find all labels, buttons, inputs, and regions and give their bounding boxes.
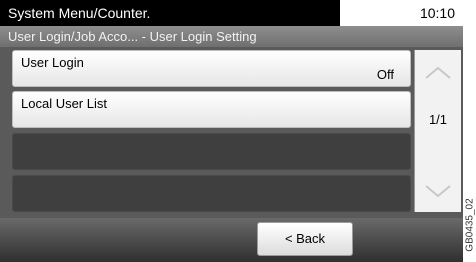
list-item-label: Local User List [21,96,107,111]
device-screen: System Menu/Counter. 10:10 User Login/Jo… [0,0,463,262]
list-item-user-login[interactable]: User Login Off [12,50,411,87]
page-indicator: 1/1 [428,112,448,127]
list-item-label: User Login [21,55,84,70]
screen-title: System Menu/Counter. [0,0,340,26]
scroll-down-button[interactable] [419,174,457,208]
figure-code: GB0435_02 [464,190,476,260]
chevron-up-icon [425,66,451,79]
breadcrumb: User Login/Job Acco... - User Login Sett… [0,26,463,47]
scroll-up-button[interactable] [419,56,457,90]
figure-code-text: GB0435_02 [464,198,476,252]
back-button[interactable]: < Back [257,222,353,256]
scroll-panel: 1/1 [414,50,461,212]
clock: 10:10 [340,0,463,26]
chevron-down-icon [425,185,451,198]
list-item-local-user-list[interactable]: Local User List [12,91,411,128]
list-item-empty [12,175,411,212]
list-item-value: Off [376,67,394,82]
bottom-bar: < Back [0,218,463,262]
top-bar: System Menu/Counter. 10:10 [0,0,463,26]
list-item-empty [12,133,411,170]
